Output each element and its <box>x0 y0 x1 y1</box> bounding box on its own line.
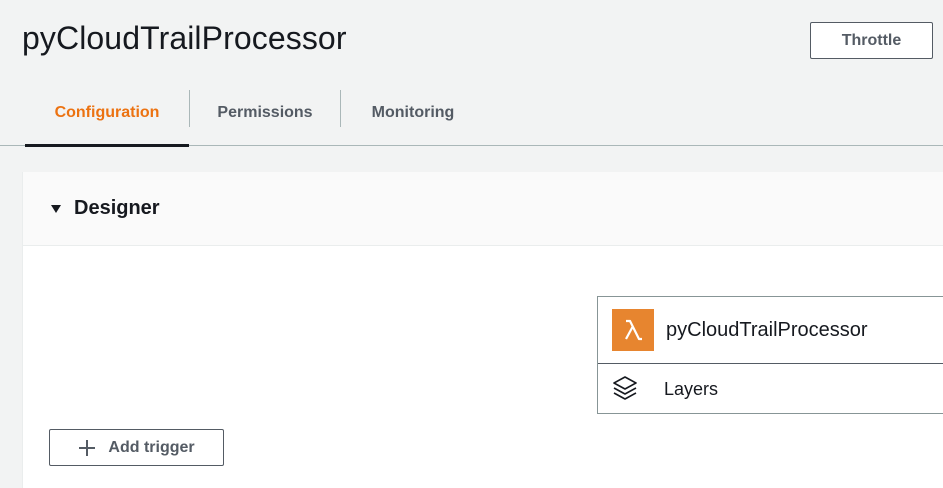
designer-title: Designer <box>74 197 160 219</box>
function-name: pyCloudTrailProcessor <box>666 318 868 341</box>
add-trigger-label: Add trigger <box>108 438 195 456</box>
tab-monitoring[interactable]: Monitoring <box>341 80 485 146</box>
caret-down-icon[interactable] <box>51 204 61 213</box>
tab-configuration[interactable]: Configuration <box>25 80 189 147</box>
throttle-button[interactable]: Throttle <box>810 22 933 59</box>
page-title: pyCloudTrailProcessor <box>22 20 347 56</box>
designer-panel: Designer pyCloudTrailProcessor Layers Ad… <box>22 172 943 488</box>
layers-icon <box>612 375 638 403</box>
function-node[interactable]: pyCloudTrailProcessor <box>598 297 943 364</box>
lambda-icon <box>612 309 654 351</box>
layers-label: Layers <box>664 378 719 399</box>
tab-permissions[interactable]: Permissions <box>190 80 340 146</box>
add-trigger-button[interactable]: Add trigger <box>49 429 224 466</box>
function-card: pyCloudTrailProcessor Layers <box>597 296 943 414</box>
lambda-function-page: pyCloudTrailProcessor Throttle Configura… <box>0 0 943 488</box>
tab-bar: Configuration Permissions Monitoring <box>0 80 943 147</box>
plus-icon <box>78 439 96 457</box>
layers-node[interactable]: Layers <box>598 364 943 414</box>
designer-header[interactable]: Designer <box>23 172 943 246</box>
